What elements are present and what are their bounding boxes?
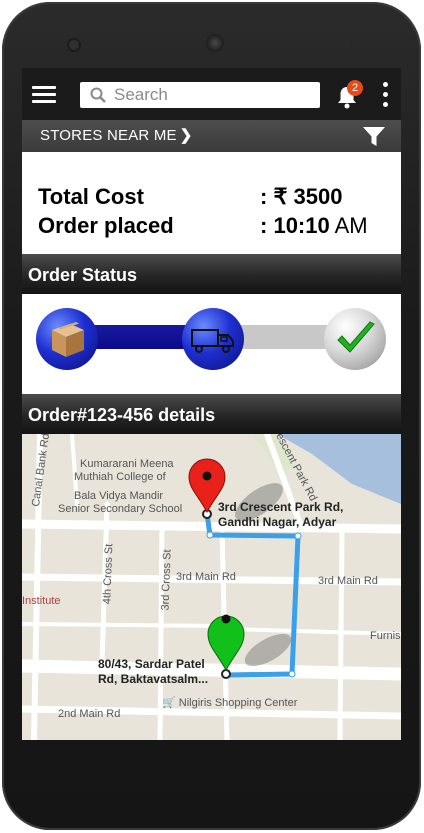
order-time-value: : 10:10 AM — [260, 213, 368, 239]
step-delivered-node — [324, 308, 386, 370]
map-road-label: 2nd Main Rd — [58, 708, 121, 720]
destination-address: 3rd Crescent Park Rd, Gandhi Nagar, Adyar — [218, 500, 343, 530]
map-road-label: 4th Cross St — [101, 543, 116, 605]
front-camera — [69, 40, 79, 50]
order-time: 10:10 — [273, 213, 330, 238]
map-place-label: Institute — [22, 595, 61, 607]
order-progress-tracker — [22, 294, 401, 394]
overflow-menu-icon[interactable] — [383, 82, 389, 108]
map-place-label: Muthiah College of — [74, 471, 166, 483]
step-shipped-node — [182, 308, 244, 370]
package-box-icon — [52, 322, 84, 357]
search-icon — [90, 87, 106, 103]
stores-near-me-label: STORES NEAR ME — [40, 127, 177, 144]
origin-line1: 80/43, Sardar Patel — [98, 657, 205, 671]
map-place-label: 🛒 Nilgiris Shopping Center — [162, 697, 298, 709]
search-box[interactable] — [80, 82, 320, 108]
proximity-sensor — [342, 41, 350, 49]
filter-funnel-icon[interactable] — [362, 126, 386, 148]
map-road-label: 3rd Main Rd — [318, 575, 378, 587]
order-summary-card: Total Cost : ₹ 3500 Order placed : 10:10… — [22, 152, 401, 252]
map-place-label: Senior Secondary School — [58, 503, 183, 515]
destination-line1: 3rd Crescent Park Rd, — [218, 500, 344, 514]
top-app-bar: 2 — [22, 68, 401, 120]
stores-near-me-link[interactable]: STORES NEAR ME ❯ — [40, 126, 193, 144]
earpiece-speaker — [206, 34, 224, 52]
map-place-label: Bala Vidya Mandir — [74, 490, 164, 502]
total-cost-value: : ₹ 3500 — [260, 184, 343, 209]
order-placed-label: Order placed — [38, 213, 174, 238]
map-road-label: 3rd Main Rd — [176, 571, 236, 583]
map-road-label: 3rd Cross St — [159, 549, 174, 611]
notification-count-badge: 2 — [347, 80, 363, 96]
order-details-header: Order#123-456 details — [22, 394, 401, 434]
destination-line2: Gandhi Nagar, Adyar — [218, 515, 337, 529]
delivery-map[interactable]: Kumararani Meena Muthiah College of Bala… — [22, 434, 401, 740]
origin-line2: Rd, Baktavatsalm... — [98, 672, 209, 686]
map-place-label: Furnis — [370, 630, 401, 642]
order-time-ampm: AM — [329, 213, 368, 238]
nilgiris-label: Nilgiris Shopping Center — [178, 697, 298, 709]
map-place-label: Kumararani Meena — [80, 458, 174, 470]
stores-bar: STORES NEAR ME ❯ — [22, 120, 401, 152]
order-status-header: Order Status — [22, 254, 401, 294]
hamburger-menu-icon[interactable] — [32, 86, 56, 104]
app-screen: 2 STORES NEAR ME❯ Total Cost : ₹ 3500 Or… — [22, 68, 401, 740]
step-packed-node — [36, 308, 98, 370]
origin-address: 80/43, Sardar Patel Rd, Baktavatsalm... — [98, 657, 208, 687]
order-status-title: Order Status — [28, 265, 138, 285]
order-details-title: Order#123-456 details — [28, 405, 216, 425]
checkmark-icon — [337, 321, 375, 353]
total-cost-label: Total Cost — [38, 184, 144, 209]
delivery-truck-icon — [191, 329, 234, 353]
search-input[interactable] — [114, 84, 310, 106]
order-time-prefix: : — [260, 213, 274, 238]
chevron-right-icon: ❯ — [179, 127, 193, 144]
